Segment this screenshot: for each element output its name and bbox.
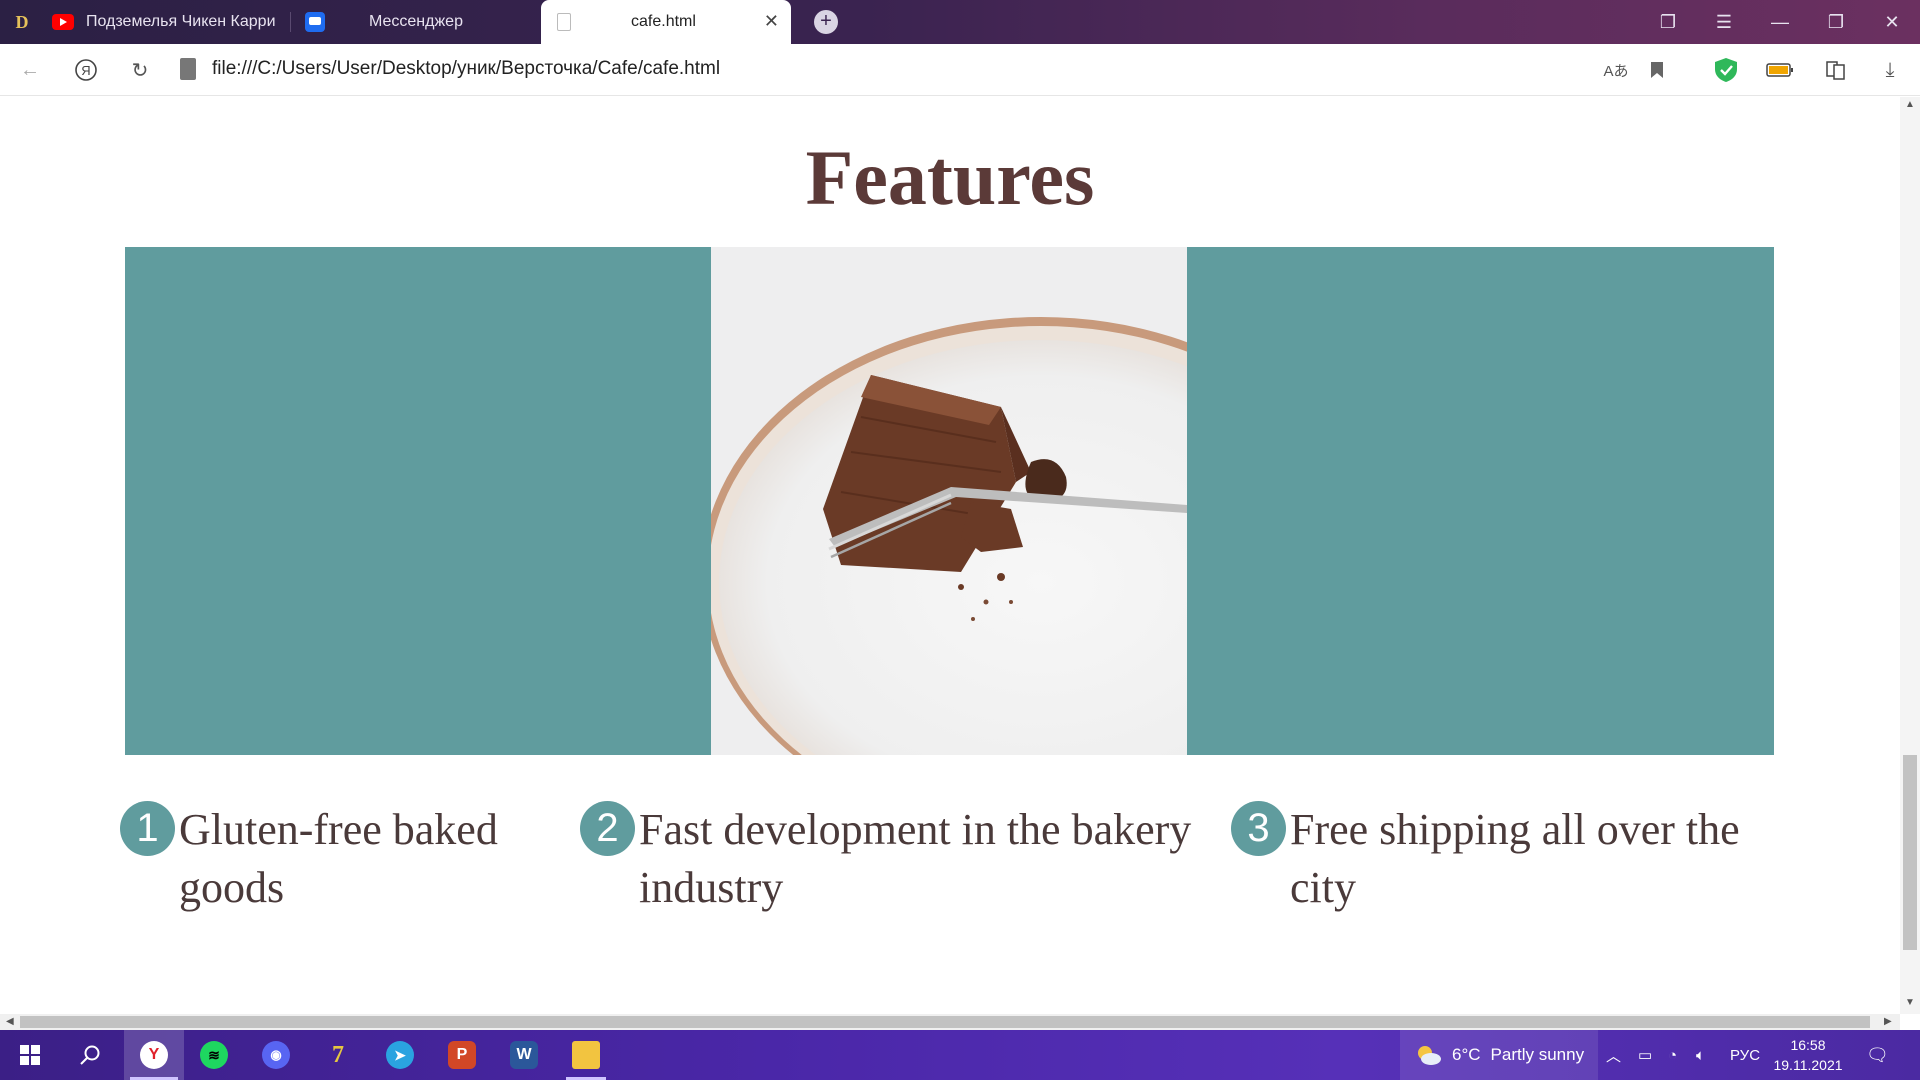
vertical-scroll-thumb[interactable] [1903, 755, 1917, 950]
start-button[interactable] [4, 1030, 56, 1080]
partly-sunny-icon [1418, 1046, 1441, 1065]
battery-icon[interactable]: ▭ [1638, 1030, 1652, 1080]
scroll-up-arrow-icon[interactable]: ▲ [1905, 99, 1915, 110]
reading-list-icon[interactable] [1822, 56, 1850, 84]
youtube-icon [52, 14, 74, 30]
weather-temp: 6°C [1452, 1045, 1481, 1064]
page-viewport: Features 1 Gluten-free baked goods 2 Fas… [0, 97, 1900, 1014]
feature-text: Gluten-free baked goods [179, 805, 498, 912]
svg-text:Я: Я [81, 63, 90, 78]
taskbar-clock[interactable]: 16:58 19.11.2021 [1768, 1035, 1848, 1075]
tab-separator [290, 12, 291, 32]
word-icon: W [510, 1041, 538, 1069]
search-icon [80, 1045, 100, 1065]
new-tab-button[interactable]: + [814, 10, 838, 34]
scroll-down-arrow-icon[interactable]: ▼ [1905, 997, 1915, 1008]
windows-icon [20, 1045, 40, 1065]
telegram-icon: ➤ [386, 1041, 414, 1069]
horizontal-scroll-thumb[interactable] [20, 1016, 1870, 1028]
notifications-icon[interactable]: 🗨︎ [1866, 1030, 1889, 1080]
tray-overflow-icon[interactable]: ︿ [1606, 1030, 1621, 1080]
address-bar-url[interactable]: file:///C:/Users/User/Desktop/уник/Верст… [212, 58, 720, 80]
weather-widget[interactable]: 6°C Partly sunny [1400, 1030, 1598, 1080]
clock-time: 16:58 [1790, 1037, 1826, 1053]
feature-text: Fast development in the bakery industry [639, 805, 1192, 912]
chocolate-cake-photo [711, 247, 1187, 755]
volume-icon[interactable]: 🔈︎ [1696, 1030, 1705, 1080]
powerpoint-icon: P [448, 1041, 476, 1069]
close-tab-icon[interactable]: ✕ [764, 11, 779, 32]
battery-saver-icon[interactable] [1766, 56, 1794, 84]
tab-label: Подземелья Чикен Карри [86, 13, 276, 30]
browser-toolbar: ← Я ↻ file:///C:/Users/User/Desktop/уник… [0, 44, 1920, 96]
tab-label: cafe.html [631, 13, 696, 30]
file-icon [557, 13, 571, 31]
downloads-icon[interactable]: ⤓ [1876, 56, 1904, 84]
folder-icon [572, 1041, 600, 1069]
feature-number-badge: 1 [120, 801, 175, 856]
feature-number-badge: 3 [1231, 801, 1286, 856]
tab-youtube[interactable]: Подземелья Чикен Карри [52, 0, 287, 44]
taskbar-word[interactable]: W [498, 1030, 550, 1080]
weather-condition: Partly sunny [1490, 1045, 1585, 1064]
bookmark-icon[interactable] [1643, 56, 1671, 84]
tab-label: Мессенджер [369, 13, 463, 30]
close-window-button[interactable]: ✕ [1864, 0, 1920, 44]
browser-menu-logo[interactable]: D [8, 0, 36, 44]
yandex-browser-icon: Y [140, 1041, 168, 1069]
restore-button[interactable]: ❐ [1808, 0, 1864, 44]
network-icon[interactable]: ◔ [1668, 1030, 1677, 1080]
windows-taskbar: Y ≋ ◉ 7 ➤ P W 6°C Partly sunny ︿ ▭ ◔ 🔈︎ … [0, 1030, 1920, 1080]
seven-zip-icon: 7 [332, 1041, 344, 1068]
taskbar-7zip[interactable]: 7 [312, 1030, 364, 1080]
scroll-right-arrow-icon[interactable]: ▶ [1884, 1016, 1892, 1027]
taskbar-yandex-browser[interactable]: Y [124, 1030, 184, 1080]
browser-logo-icon: D [15, 11, 29, 32]
reload-icon[interactable]: ↻ [126, 56, 154, 84]
file-page-icon [180, 58, 196, 80]
collections-icon[interactable]: ❐ [1640, 0, 1696, 44]
language-indicator[interactable]: РУС [1730, 1030, 1760, 1080]
spotify-icon: ≋ [200, 1041, 228, 1069]
tab-cafe[interactable]: cafe.html ✕ [541, 0, 791, 44]
tab-messenger[interactable]: Мессенджер [305, 0, 535, 44]
taskbar-telegram[interactable]: ➤ [374, 1030, 426, 1080]
search-button[interactable] [64, 1030, 116, 1080]
discord-icon: ◉ [262, 1041, 290, 1069]
taskbar-discord[interactable]: ◉ [250, 1030, 302, 1080]
feature-text: Free shipping all over the city [1290, 805, 1740, 912]
taskbar-powerpoint[interactable]: P [436, 1030, 488, 1080]
menu-icon[interactable]: ☰ [1696, 0, 1752, 44]
messenger-icon [305, 12, 325, 32]
scroll-left-arrow-icon[interactable]: ◀ [6, 1016, 14, 1027]
taskbar-file-explorer[interactable] [560, 1030, 612, 1080]
features-heading: Features [805, 134, 1095, 221]
protect-shield-icon[interactable] [1712, 56, 1740, 84]
browser-tab-strip: D Подземелья Чикен Карри Мессенджер cafe… [0, 0, 1920, 44]
taskbar-spotify[interactable]: ≋ [188, 1030, 240, 1080]
back-arrow-icon[interactable]: ← [16, 56, 44, 84]
clock-date: 19.11.2021 [1773, 1057, 1843, 1073]
translate-icon[interactable]: Aあ [1602, 56, 1630, 84]
yandex-icon[interactable]: Я [72, 56, 100, 84]
feature-number-badge: 2 [580, 801, 635, 856]
minimize-button[interactable]: — [1752, 0, 1808, 44]
